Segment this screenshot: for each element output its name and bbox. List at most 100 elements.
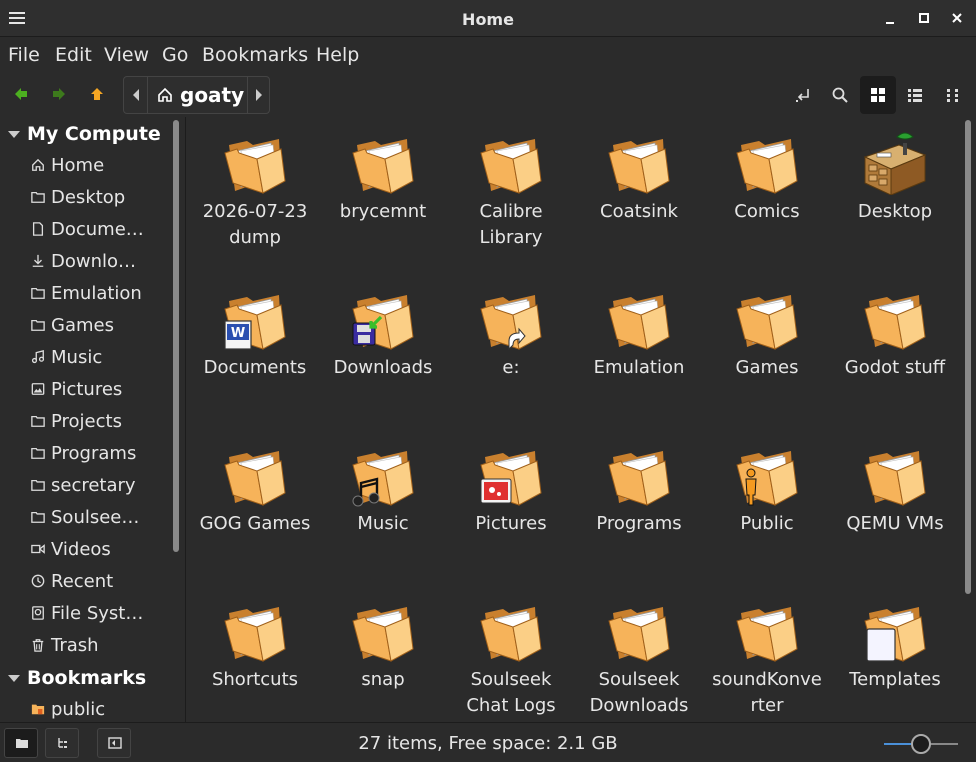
- file-item-label: Soulseek Chat Logs: [466, 669, 556, 716]
- file-item-2026-07-23-dump[interactable]: 2026-07-23 dump: [191, 117, 319, 273]
- status-text: 27 items, Free space: 2.1 GB: [358, 733, 618, 754]
- file-grid-scrollbar[interactable]: [965, 120, 971, 594]
- folder-word-icon: W: [224, 295, 286, 350]
- close-button[interactable]: [950, 11, 964, 25]
- folder-icon: [224, 451, 286, 506]
- file-item-soundkonve-rter[interactable]: soundKonve rter: [703, 585, 831, 722]
- bookmark-item-public[interactable]: public: [30, 699, 105, 720]
- file-item-snap[interactable]: snap: [319, 585, 447, 722]
- file-item-shortcuts[interactable]: Shortcuts: [191, 585, 319, 722]
- file-item-documents[interactable]: W Documents: [191, 273, 319, 429]
- sidebar-item-emulation[interactable]: Emulation: [30, 283, 142, 304]
- document-icon: [32, 222, 44, 236]
- file-item-emulation[interactable]: Emulation: [575, 273, 703, 429]
- file-item-soulseek-downloads[interactable]: Soulseek Downloads: [575, 585, 703, 722]
- maximize-button[interactable]: [917, 11, 931, 25]
- list-view-button[interactable]: [897, 76, 933, 114]
- file-item-label: Comics: [734, 201, 800, 222]
- file-item-label: Coatsink: [600, 201, 678, 222]
- file-item-label: Templates: [849, 669, 941, 690]
- sidebar-section-bookmarks[interactable]: Bookmarks: [8, 667, 146, 689]
- file-item-pictures[interactable]: Pictures: [447, 429, 575, 585]
- sidebar-item-programs[interactable]: Programs: [30, 443, 136, 464]
- forward-arrow-icon[interactable]: [51, 86, 67, 102]
- path-left-chevron-icon[interactable]: [132, 89, 140, 101]
- file-item-label: snap: [361, 669, 405, 690]
- file-item-programs[interactable]: Programs: [575, 429, 703, 585]
- file-item-gog-games[interactable]: GOG Games: [191, 429, 319, 585]
- zoom-slider-knob[interactable]: [911, 734, 931, 754]
- sidebar-item-soulsee[interactable]: Soulsee…: [30, 507, 139, 528]
- sidebar-item-label: public: [51, 699, 106, 720]
- home-icon: [158, 87, 172, 102]
- minimize-button[interactable]: [883, 11, 897, 25]
- file-item-games[interactable]: Games: [703, 273, 831, 429]
- menu-view[interactable]: View: [104, 44, 149, 66]
- file-item-e[interactable]: e:: [447, 273, 575, 429]
- file-item-label: e:: [502, 357, 520, 378]
- file-item-templates[interactable]: Templates: [831, 585, 959, 722]
- sidebar-item-pictures[interactable]: Pictures: [30, 379, 122, 400]
- file-item-calibre-library[interactable]: Calibre Library: [447, 117, 575, 273]
- sidebar-item-label: Recent: [51, 571, 114, 592]
- sidebar-item-videos[interactable]: Videos: [30, 539, 111, 560]
- sidebar-item-file-syst[interactable]: File Syst…: [30, 603, 143, 624]
- menu-bookmarks[interactable]: Bookmarks: [202, 44, 308, 66]
- folder-pictures-icon: [480, 451, 542, 506]
- drive-icon: [32, 606, 44, 620]
- up-arrow-icon[interactable]: [89, 86, 105, 102]
- search-button[interactable]: [822, 76, 858, 114]
- sidebar-item-downlo[interactable]: Downlo…: [30, 251, 136, 272]
- compact-view-icon: [947, 89, 958, 102]
- sidebar-item-docume[interactable]: Docume…: [30, 219, 144, 240]
- file-item-coatsink[interactable]: Coatsink: [575, 117, 703, 273]
- file-item-comics[interactable]: Comics: [703, 117, 831, 273]
- file-item-desktop[interactable]: Desktop: [831, 117, 959, 273]
- menu-edit[interactable]: Edit: [55, 44, 92, 66]
- menu-go[interactable]: Go: [162, 44, 188, 66]
- music-icon: [31, 350, 45, 364]
- sidebar-item-music[interactable]: Music: [30, 347, 102, 368]
- path-right-chevron-icon[interactable]: [255, 89, 263, 101]
- file-item-label: Shortcuts: [211, 669, 299, 690]
- file-item-qemu-vms[interactable]: QEMU VMs: [831, 429, 959, 585]
- sidebar-item-label: Emulation: [51, 283, 142, 304]
- sidebar-item-games[interactable]: Games: [30, 315, 114, 336]
- file-item-label: Documents: [203, 357, 307, 378]
- icon-view-button[interactable]: [860, 76, 896, 114]
- sidebar-scrollbar[interactable]: [173, 120, 179, 552]
- back-arrow-icon[interactable]: [13, 86, 29, 102]
- file-item-godot-stuff[interactable]: Godot stuff: [831, 273, 959, 429]
- sidebar-section-computer[interactable]: My Compute: [8, 123, 161, 145]
- folder-icon: [480, 607, 542, 662]
- file-item-public[interactable]: Public: [703, 429, 831, 585]
- file-item-brycemnt[interactable]: brycemnt: [319, 117, 447, 273]
- compact-view-button[interactable]: [935, 76, 971, 114]
- sidebar-item-secretary[interactable]: secretary: [30, 475, 136, 496]
- grid-view-icon: [871, 88, 885, 102]
- file-item-downloads[interactable]: Downloads: [319, 273, 447, 429]
- menu-help[interactable]: Help: [316, 44, 359, 66]
- sidebar-item-label: Games: [51, 315, 114, 336]
- path-crumb-current[interactable]: goaty: [180, 83, 244, 107]
- folder-icon: [736, 295, 798, 350]
- file-item-music[interactable]: Music: [319, 429, 447, 585]
- sidebar-item-trash[interactable]: Trash: [30, 635, 99, 656]
- sidebar-item-home[interactable]: Home: [30, 155, 104, 176]
- sidebar-item-label: Desktop: [51, 187, 126, 208]
- folder-icon: [224, 607, 286, 662]
- file-item-label: Music: [357, 513, 409, 534]
- toggle-location-button[interactable]: [785, 76, 821, 114]
- folder-icon: [352, 607, 414, 662]
- sidebar-item-projects[interactable]: Projects: [30, 411, 122, 432]
- svg-text:W: W: [231, 326, 245, 341]
- sidebar-item-label: Home: [51, 155, 105, 176]
- file-item-label: QEMU VMs: [846, 513, 944, 534]
- clock-icon: [31, 574, 45, 588]
- sidebar-item-desktop[interactable]: Desktop: [30, 187, 125, 208]
- toolbar: goaty: [0, 73, 976, 117]
- folder-icon: [31, 511, 45, 523]
- file-item-soulseek-chat-logs[interactable]: Soulseek Chat Logs: [447, 585, 575, 722]
- menu-file[interactable]: File: [8, 44, 40, 66]
- sidebar-item-recent[interactable]: Recent: [30, 571, 113, 592]
